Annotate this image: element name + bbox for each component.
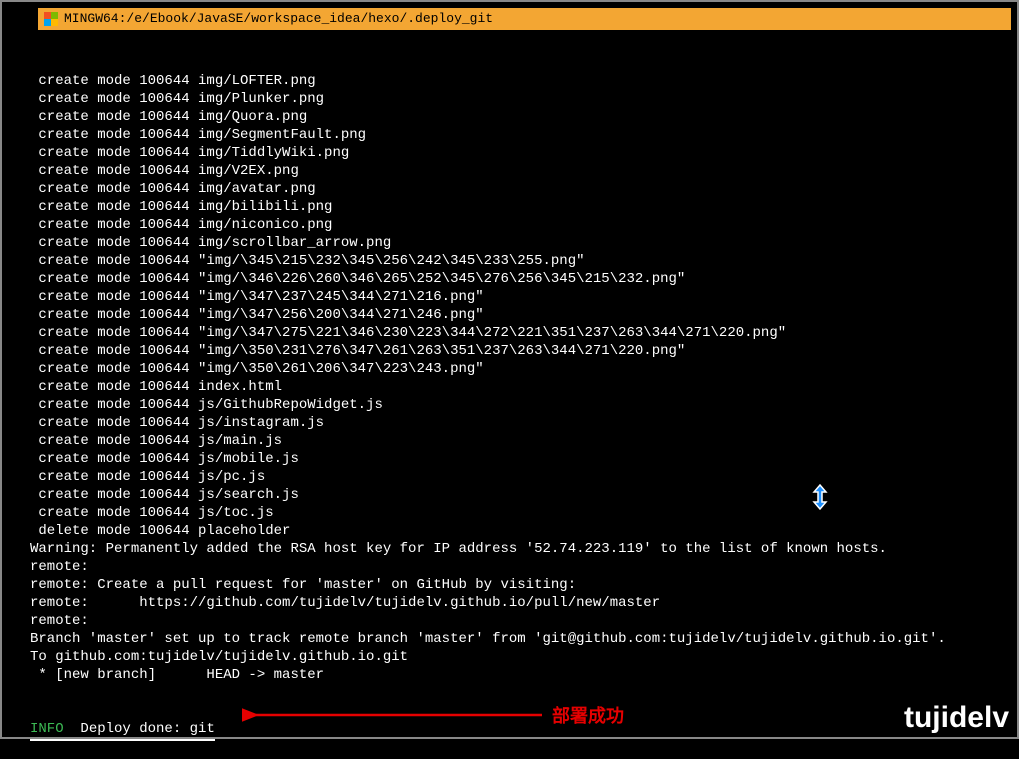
terminal-line: create mode 100644 img/Quora.png (30, 108, 1011, 126)
resize-cursor-icon (810, 484, 830, 510)
terminal-line: create mode 100644 img/SegmentFault.png (30, 126, 1011, 144)
terminal-line: create mode 100644 img/TiddlyWiki.png (30, 144, 1011, 162)
terminal-line: remote: (30, 558, 1011, 576)
terminal-line: remote: Create a pull request for 'maste… (30, 576, 1011, 594)
terminal-line: create mode 100644 "img/\347\256\200\344… (30, 306, 1011, 324)
terminal-line: create mode 100644 js/main.js (30, 432, 1011, 450)
terminal-line: Branch 'master' set up to track remote b… (30, 630, 1011, 648)
watermark: tujidelv (904, 701, 1009, 735)
terminal-line: create mode 100644 js/instagram.js (30, 414, 1011, 432)
terminal-line: create mode 100644 js/pc.js (30, 468, 1011, 486)
terminal-line: create mode 100644 img/bilibili.png (30, 198, 1011, 216)
terminal-line: create mode 100644 "img/\347\275\221\346… (30, 324, 1011, 342)
terminal-line: create mode 100644 img/niconico.png (30, 216, 1011, 234)
window-title-text: MINGW64:/e/Ebook/JavaSE/workspace_idea/h… (64, 8, 493, 30)
annotation-arrow: 部署成功 (242, 702, 624, 728)
terminal-line: create mode 100644 "img/\350\261\206\347… (30, 360, 1011, 378)
terminal-line: create mode 100644 js/mobile.js (30, 450, 1011, 468)
terminal-line: create mode 100644 img/Plunker.png (30, 90, 1011, 108)
terminal-line: create mode 100644 "img/\346\226\260\346… (30, 270, 1011, 288)
terminal-line: create mode 100644 img/V2EX.png (30, 162, 1011, 180)
terminal-line: create mode 100644 img/avatar.png (30, 180, 1011, 198)
terminal-line: create mode 100644 "img/\345\215\232\345… (30, 252, 1011, 270)
terminal-line: create mode 100644 "img/\350\231\276\347… (30, 342, 1011, 360)
annotation-label: 部署成功 (552, 702, 624, 728)
terminal-output[interactable]: create mode 100644 img/LOFTER.png create… (2, 30, 1017, 759)
terminal-line: remote: (30, 612, 1011, 630)
terminal-line: create mode 100644 js/GithubRepoWidget.j… (30, 396, 1011, 414)
terminal-line: create mode 100644 js/toc.js (30, 504, 1011, 522)
terminal-line: Warning: Permanently added the RSA host … (30, 540, 1011, 558)
terminal-line: remote: https://github.com/tujidelv/tuji… (30, 594, 1011, 612)
terminal-icon (44, 12, 58, 26)
terminal-line: create mode 100644 "img/\347\237\245\344… (30, 288, 1011, 306)
terminal-line: delete mode 100644 placeholder (30, 522, 1011, 540)
window-title-bar: MINGW64:/e/Ebook/JavaSE/workspace_idea/h… (38, 8, 1011, 30)
info-tag: INFO (30, 721, 72, 737)
terminal-line: create mode 100644 js/search.js (30, 486, 1011, 504)
terminal-line: create mode 100644 img/LOFTER.png (30, 72, 1011, 90)
terminal-line: create mode 100644 index.html (30, 378, 1011, 396)
terminal-line: * [new branch] HEAD -> master (30, 666, 1011, 684)
terminal-line: create mode 100644 img/scrollbar_arrow.p… (30, 234, 1011, 252)
deploy-done-text: Deploy done: git (72, 721, 215, 737)
terminal-line: To github.com:tujidelv/tujidelv.github.i… (30, 648, 1011, 666)
